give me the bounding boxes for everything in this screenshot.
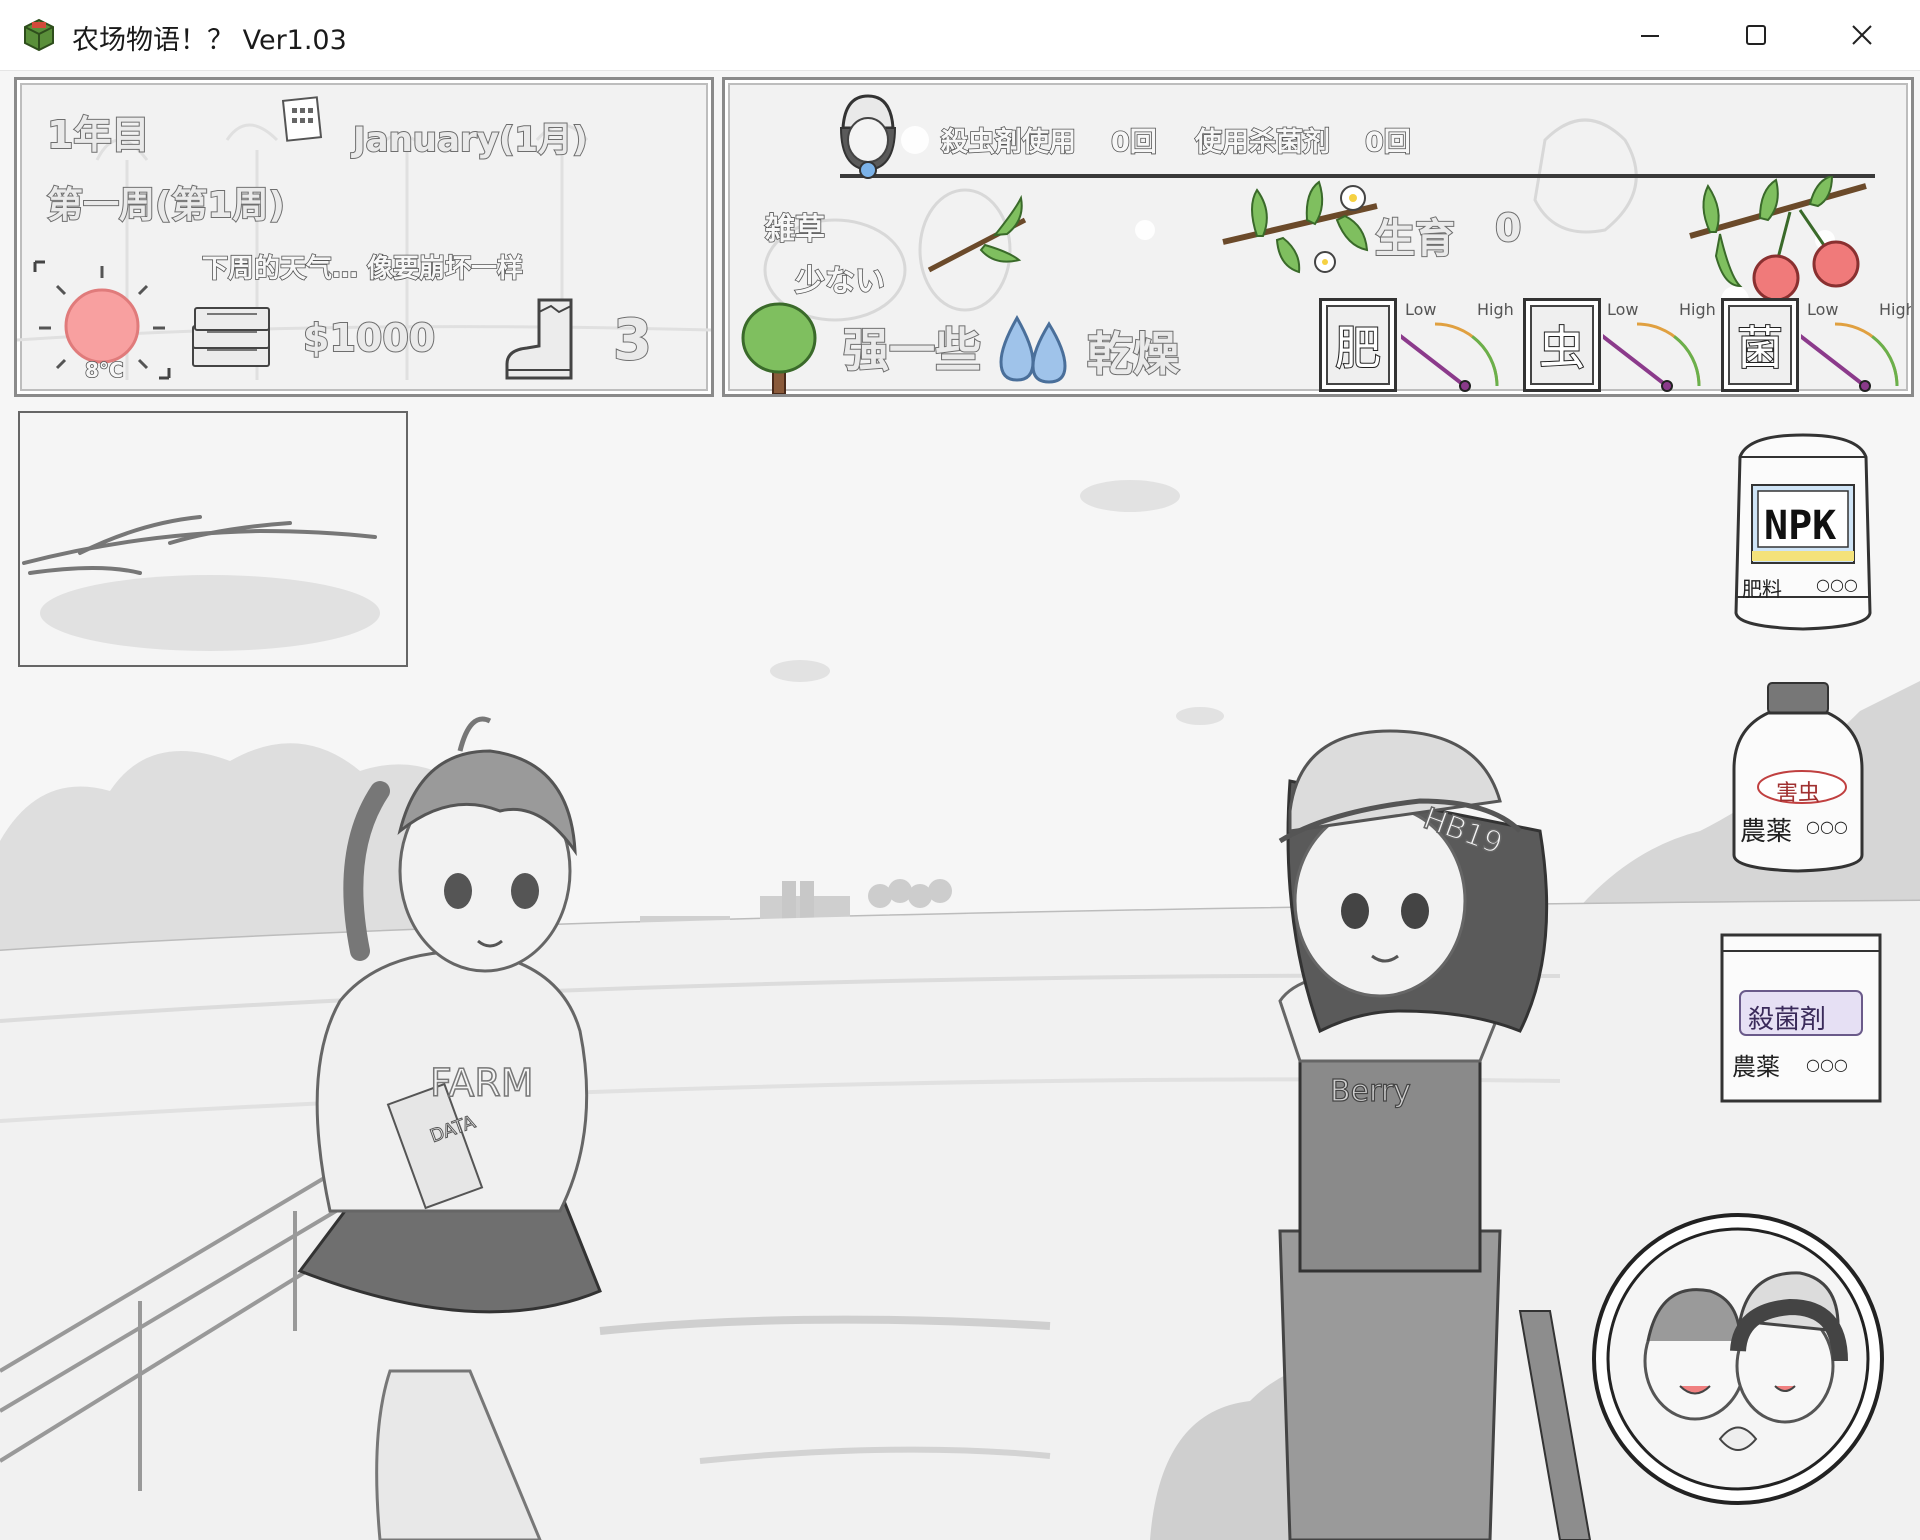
gauge-hub	[1661, 380, 1673, 392]
calendar-icon	[282, 96, 323, 142]
growth-label: 生育	[1374, 215, 1456, 263]
crop-preview-window[interactable]	[18, 411, 408, 667]
flower-branch-icon	[1222, 180, 1378, 274]
fertilizer-gauge-box: 肥	[1319, 298, 1397, 392]
pesticide-used-value: 0回	[1110, 126, 1157, 159]
gauge-needle	[1603, 333, 1669, 388]
left-girl-hoodie-text: FARM	[430, 1061, 534, 1105]
boot-stamina-icon	[505, 298, 573, 380]
right-girl-overalls-text: Berry	[1330, 1074, 1411, 1109]
bare-branch-illustration	[22, 515, 380, 651]
farmer-avatar-icon	[839, 94, 897, 179]
branch-icon	[927, 194, 1027, 273]
moisture-label: 乾燥	[1086, 326, 1180, 382]
money-stack-icon	[192, 307, 270, 367]
fungicide-used-value: 0回	[1364, 126, 1411, 159]
pesticide-bottle-button[interactable]: 害虫 農薬 ○○○	[1728, 679, 1868, 879]
fertilizer-label: 肥料	[1742, 577, 1782, 601]
character-portrait-menu-button[interactable]	[1590, 1211, 1886, 1507]
week-label: 第一周(第1周)	[46, 184, 286, 227]
fungicide-used-label: 使用杀菌剂	[1194, 126, 1331, 159]
temperature-label: 8°C	[84, 357, 124, 383]
next-week-weather-text: 下周的天气… 像要崩坏一样	[201, 253, 524, 285]
pesticide-dots: ○○○	[1806, 817, 1848, 836]
tree-icon	[741, 302, 817, 394]
pesticide-label: 農薬	[1740, 817, 1793, 847]
character-duo-portrait	[1592, 1213, 1884, 1505]
close-button[interactable]	[1812, 0, 1912, 70]
gauge-hub	[1459, 380, 1471, 392]
fungicide-label: 農薬	[1732, 1053, 1780, 1081]
window-titlebar[interactable]: 农场物语！？ Ver1.03	[0, 0, 1920, 71]
pesticide-used-label: 殺虫剤使用	[940, 126, 1077, 159]
pest-gauge-box: 虫	[1523, 298, 1601, 392]
month-label: January(1月)	[352, 119, 589, 161]
tree-strength-label: 强一些	[842, 322, 982, 378]
money-label: $1000	[302, 315, 436, 361]
gauge-hub	[1859, 380, 1871, 392]
app-icon	[24, 18, 54, 52]
weed-value: 少ない	[794, 263, 886, 300]
fertilizer-brand-text: NPK	[1764, 503, 1837, 549]
minimize-button[interactable]	[1600, 0, 1700, 70]
fungicide-pack-button[interactable]: 殺菌剤 農薬 ○○○	[1718, 931, 1888, 1107]
fungus-gauge	[1801, 322, 1899, 392]
maximize-button[interactable]	[1706, 0, 1806, 70]
close-icon	[1852, 25, 1872, 45]
water-drops-icon	[999, 314, 1067, 384]
minimize-icon	[1641, 35, 1659, 37]
fungicide-tag: 殺菌剤	[1748, 1005, 1827, 1035]
fungicide-dots: ○○○	[1806, 1055, 1848, 1074]
crop-status-panel: 殺虫剤使用 0回 使用杀菌剂 0回 雑草 少ない 生育 0 强一些 乾燥 肥 L…	[722, 77, 1914, 397]
fertilizer-bag-button[interactable]: NPK 肥料 ○○○	[1728, 427, 1878, 637]
pest-gauge	[1603, 322, 1701, 392]
gauge-arc-high	[1471, 335, 1499, 387]
weed-label: 雑草	[764, 211, 826, 248]
window-title: 农场物语！？ Ver1.03	[72, 25, 347, 56]
stamina-value: 3	[612, 307, 653, 374]
fungus-gauge-box: 菌	[1721, 298, 1799, 392]
gauge-arc-high	[1673, 335, 1701, 387]
gauge-needle	[1801, 333, 1867, 388]
maximize-icon	[1746, 25, 1766, 45]
game-canvas[interactable]: FARM DATA HB19 Berry 1年目 January(1月) 第一周…	[0, 71, 1920, 1540]
fertilizer-dots: ○○○	[1816, 575, 1858, 594]
cherry-branch-icon	[1689, 176, 1867, 302]
calendar-panel: 1年目 January(1月) 第一周(第1周) 下周的天气… 像要崩坏一样 8…	[14, 77, 714, 397]
gauge-needle	[1401, 333, 1467, 388]
year-label: 1年目	[46, 112, 150, 158]
gauge-arc-high	[1871, 335, 1899, 387]
fertilizer-gauge	[1401, 322, 1499, 392]
growth-value: 0	[1494, 205, 1522, 251]
pesticide-tag: 害虫	[1776, 781, 1821, 806]
